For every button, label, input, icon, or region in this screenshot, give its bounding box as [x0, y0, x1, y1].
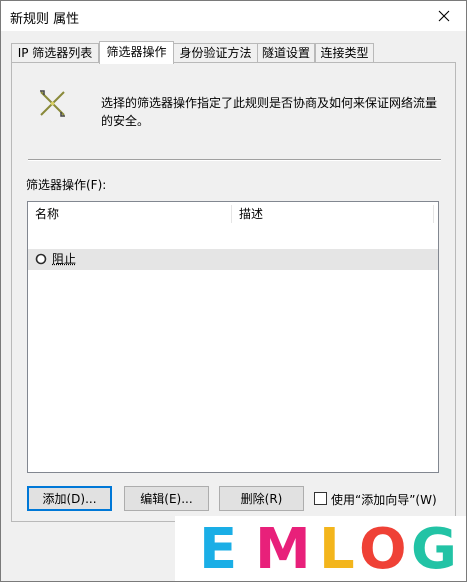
watermark-letter-m: M [255, 517, 311, 582]
checkbox-box[interactable] [314, 492, 327, 505]
filter-actions-label: 筛选器操作(F): [26, 178, 107, 192]
edit-button[interactable]: 编辑(E)... [124, 486, 209, 511]
emlog-watermark: E M L O G [175, 516, 466, 582]
tab-ip-filter-list[interactable]: IP 筛选器列表 [11, 43, 99, 63]
watermark-letter-l: L [319, 517, 355, 582]
watermark-letter-o: O [359, 517, 407, 582]
add-button[interactable]: 添加(D)... [27, 486, 112, 511]
filter-action-icon [40, 90, 65, 117]
use-wizard-label: 使用“添加向导”(W) [331, 493, 437, 507]
tab-panel: 选择的筛选器操作指定了此规则是否协商及如何来保证网络流量的安全。 筛选器操作(F… [11, 62, 456, 522]
column-divider[interactable] [433, 205, 434, 223]
window-title: 新规则 属性 [10, 12, 80, 27]
tab-filter-action[interactable]: 筛选器操作 [99, 41, 174, 64]
close-button[interactable] [422, 1, 466, 31]
list-header: 名称 描述 [28, 202, 438, 226]
list-item-label: 阻止 [52, 252, 77, 266]
watermark-letter-e: E [199, 517, 238, 582]
close-icon [438, 10, 450, 22]
tab-tunnel-settings[interactable]: 隧道设置 [257, 43, 315, 63]
separator [28, 159, 441, 161]
tab-connection-type[interactable]: 连接类型 [315, 43, 374, 63]
title-bar: 新规则 属性 [1, 1, 466, 31]
column-header-description[interactable]: 描述 [232, 202, 429, 226]
rule-description: 选择的筛选器操作指定了此规则是否协商及如何来保证网络流量的安全。 [101, 96, 438, 128]
remove-button[interactable]: 删除(R) [219, 486, 304, 511]
filter-actions-list[interactable]: 名称 描述 阻止 [27, 201, 439, 473]
watermark-letter-g: G [411, 517, 457, 582]
column-header-name[interactable]: 名称 [28, 202, 231, 226]
radio-circle-icon [35, 253, 47, 265]
properties-dialog: 新规则 属性 IP 筛选器列表 筛选器操作 身份验证方法 隧道设置 连接类型 选… [0, 0, 467, 582]
tab-authentication-methods[interactable]: 身份验证方法 [173, 43, 258, 63]
list-item-block[interactable]: 阻止 [28, 249, 438, 270]
